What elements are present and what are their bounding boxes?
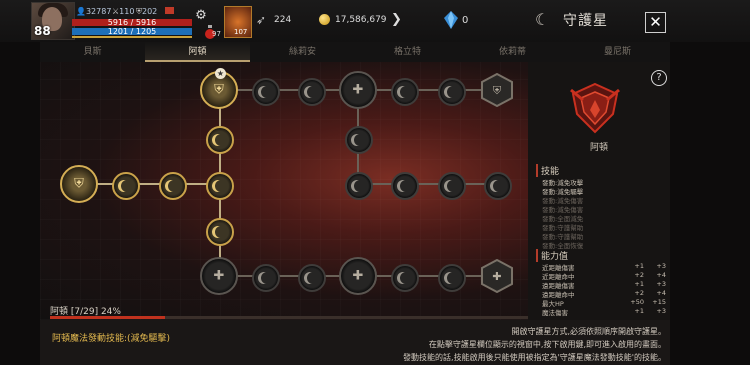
stat-row: 魔法傷害 +1 +3 [542,307,666,317]
player-level: 88 [34,24,51,38]
item-count: 107 [234,28,248,36]
star-node-major[interactable]: ✚ [200,257,238,295]
svg-text:✚: ✚ [492,270,501,283]
star-node[interactable] [391,264,419,292]
star-node[interactable] [252,264,280,292]
help-text-line: 在點擊守護星欄位顯示的視窗中,按下啟用鍵,即可進入啟用的畫面。 [428,340,666,349]
cross-shield-icon: ✚ [352,268,364,284]
shield-icon: ⛨ [214,82,224,98]
window-title: 守護星 [563,13,608,29]
star-node-major[interactable]: ✚ [339,257,377,295]
progress-fill [50,316,165,319]
star-node[interactable] [391,172,419,200]
moon-icon [354,180,366,192]
stat3: ⛨202 [136,7,158,16]
skills-heading: 技能 [536,164,559,177]
constellation-name: 阿頓 [589,143,608,153]
help-button[interactable]: ? [651,70,667,86]
moon-icon [400,180,412,192]
moon-icon [447,86,459,98]
tab-elidi[interactable]: 依莉蒂 [460,42,565,62]
moon-icon [215,226,227,238]
tab-glitter[interactable]: 格立特 [355,42,460,62]
guardian-star-logo-icon: ☾ [535,10,550,29]
stat2: ⚔110 [112,7,135,16]
hexagon-node-icon[interactable]: ✚ [480,259,514,293]
gold-count: 17,586,679 [335,15,387,25]
stat1: 👤32787 [76,7,112,16]
chevron-right-icon[interactable]: ❯ [391,11,405,29]
potion-count: 97 [212,30,221,38]
star-node[interactable] [252,78,280,106]
star-node[interactable] [345,172,373,200]
tab-bes[interactable]: 貝斯 [40,42,145,62]
star-badge-icon: ★ [215,68,226,79]
moon-icon [121,180,133,192]
person-icon: 👤 [76,7,86,16]
moon-icon [447,272,459,284]
gear-icon[interactable]: ⚙ [194,9,208,23]
mp-bar: 1201 / 1205 [72,28,192,36]
svg-text:⛨: ⛨ [493,84,502,97]
help-text-line: 開啟守護星方式,必須依照順序開啟守護星。 [511,327,666,336]
star-node[interactable] [298,78,326,106]
tab-manis[interactable]: 曼尼斯 [565,42,670,62]
star-node[interactable] [391,78,419,106]
gem-count: 0 [462,15,469,26]
moon-icon [354,134,366,146]
feather-icon: ➶ [256,13,267,27]
moon-icon [168,180,180,192]
star-node[interactable] [438,264,466,292]
star-node-gold[interactable] [159,172,187,200]
moon-icon [447,180,459,192]
aden-emblem-icon [570,82,620,134]
star-node-major[interactable]: ✚ [339,71,377,109]
hexagon-node-icon[interactable]: ⛨ [480,73,514,107]
star-node-gold[interactable] [206,172,234,200]
tab-silian[interactable]: 絲莉安 [250,42,355,62]
moon-icon [307,86,319,98]
close-button[interactable]: ✕ [645,12,666,33]
star-node[interactable] [484,172,512,200]
moon-icon [400,86,412,98]
moon-icon [215,134,227,146]
moon-icon [215,180,227,192]
help-text-line: 發動技能的話,技能啟用後只能使用被指定為'守護星魔法發動技能'的技能。 [403,353,666,362]
star-node[interactable] [438,78,466,106]
ranking-icon [165,7,174,14]
moon-icon [261,272,273,284]
shield-icon: ⛨ [74,176,84,192]
cross-shield-icon: ✚ [213,268,225,284]
gem-icon [444,11,458,29]
star-node-gold[interactable] [206,126,234,154]
star-node-gold[interactable] [206,218,234,246]
star-node[interactable] [345,126,373,154]
star-node[interactable] [298,264,326,292]
stats-heading: 能力值 [536,249,568,262]
constellation-tabs: 貝斯 阿頓 絲莉安 格立特 依莉蒂 曼尼斯 [40,42,670,63]
cross-shield-icon: ✚ [352,82,364,98]
hp-bar: 5916 / 5916 [72,19,192,27]
star-node-gold[interactable] [112,172,140,200]
moon-icon [261,86,273,98]
tab-aden[interactable]: 阿頓 [145,42,250,62]
star-node[interactable] [438,172,466,200]
star-node-root[interactable]: ⛨ [60,165,98,203]
gold-coin-icon [319,14,330,25]
exp-bar [72,36,192,38]
moon-icon [307,272,319,284]
active-skill-text: 阿頓魔法發動技能:(減免驅擊) [52,334,171,344]
moon-icon [400,272,412,284]
feather-count: 224 [274,15,292,25]
moon-icon [493,180,505,192]
